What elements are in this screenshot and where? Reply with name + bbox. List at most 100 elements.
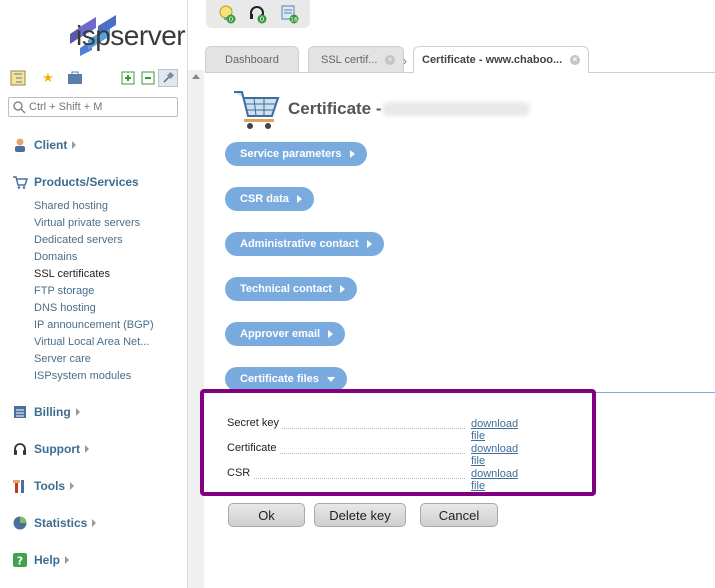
download-certificate-link[interactable]: download file xyxy=(471,443,535,467)
close-tab-icon[interactable]: × xyxy=(385,55,395,65)
briefcase-icon[interactable] xyxy=(67,70,83,86)
chevron-right-icon xyxy=(65,556,70,564)
section-admin-contact-label: Administrative contact xyxy=(240,238,359,250)
sidebar-item-ispsystem-modules[interactable]: ISPsystem modules xyxy=(34,369,131,383)
billing-icon xyxy=(12,404,28,420)
cancel-button[interactable]: Cancel xyxy=(420,503,498,527)
sidebar-item-dns-hosting[interactable]: DNS hosting xyxy=(34,301,96,315)
section-csr-data[interactable]: CSR data xyxy=(225,187,314,211)
section-service-parameters-label: Service parameters xyxy=(240,148,342,160)
section-approver-email-label: Approver email xyxy=(240,328,321,340)
sidebar-toolbar: ★ xyxy=(10,69,180,88)
sidebar-item-vps[interactable]: Virtual private servers xyxy=(34,216,140,230)
section-csr-data-label: CSR data xyxy=(240,193,289,205)
chevron-right-icon xyxy=(72,141,77,149)
chevron-right-icon xyxy=(349,150,355,158)
download-csr-link[interactable]: download file xyxy=(471,468,535,492)
leader-dots xyxy=(227,478,465,479)
download-secret-key-link[interactable]: download file xyxy=(471,418,535,442)
delete-key-button[interactable]: Delete key xyxy=(314,503,406,527)
chevron-down-icon xyxy=(326,376,335,382)
shopping-cart-icon xyxy=(234,91,280,129)
section-service-parameters[interactable]: Service parameters xyxy=(225,142,367,166)
nav-tools[interactable]: Tools xyxy=(12,477,75,495)
section-administrative-contact[interactable]: Administrative contact xyxy=(225,232,384,256)
tab-bar: Dashboard SSL certif... × Certificate - … xyxy=(205,42,715,73)
nav-client[interactable]: Client xyxy=(12,136,77,154)
tab-separator-arrow: › xyxy=(403,54,407,68)
chevron-right-icon xyxy=(75,408,80,416)
tab-ssl-certificates[interactable]: SSL certif... × xyxy=(308,46,404,72)
sidebar-item-ftp-storage[interactable]: FTP storage xyxy=(34,284,94,298)
sidebar-item-shared-hosting[interactable]: Shared hosting xyxy=(34,199,108,213)
user-icon xyxy=(12,137,28,153)
favorites-star-icon[interactable]: ★ xyxy=(40,70,56,86)
tab-dashboard[interactable]: Dashboard xyxy=(205,46,299,72)
chevron-right-icon xyxy=(340,285,346,293)
svg-text:?: ? xyxy=(17,555,23,568)
collapse-all-icon[interactable] xyxy=(140,70,156,86)
sidebar: ispserver ★ Client Products/Services Sha… xyxy=(0,0,188,588)
nav-support-label: Support xyxy=(34,442,80,456)
redacted-domain xyxy=(382,102,530,116)
chevron-right-icon xyxy=(366,240,372,248)
ok-button[interactable]: Ok xyxy=(228,503,305,527)
close-tab-icon[interactable]: × xyxy=(570,55,580,65)
file-row-certificate: Certificate download file xyxy=(227,442,535,467)
messages-icon[interactable]: 16 xyxy=(280,4,300,24)
file-label-secret-key: Secret key xyxy=(227,417,282,429)
scroll-up-icon[interactable] xyxy=(192,74,200,79)
chevron-right-icon xyxy=(296,195,302,203)
sidebar-item-domains[interactable]: Domains xyxy=(34,250,77,264)
tree-view-icon[interactable] xyxy=(10,70,26,86)
support-headset-icon[interactable]: 0 xyxy=(248,4,268,24)
top-toolbar: 0 0 16 xyxy=(206,0,310,28)
nav-products-services[interactable]: Products/Services xyxy=(12,173,139,191)
nav-billing[interactable]: Billing xyxy=(12,403,80,421)
pie-chart-icon xyxy=(12,515,28,531)
sidebar-item-server-care[interactable]: Server care xyxy=(34,352,91,366)
expand-all-icon[interactable] xyxy=(120,70,136,86)
tab-certificate[interactable]: Certificate - www.chaboo... × xyxy=(413,46,589,73)
sidebar-item-dedicated-servers[interactable]: Dedicated servers xyxy=(34,233,123,247)
chevron-right-icon xyxy=(92,519,97,527)
chevron-right-icon xyxy=(70,482,75,490)
nav-help-label: Help xyxy=(34,553,61,567)
nav-client-label: Client xyxy=(34,138,68,152)
tab-dashboard-label: Dashboard xyxy=(225,53,279,66)
sidebar-splitter[interactable] xyxy=(188,70,204,588)
nav-tools-label: Tools xyxy=(34,479,66,493)
help-icon: ? xyxy=(12,552,28,568)
section-certificate-files[interactable]: Certificate files xyxy=(225,367,347,391)
tools-icon xyxy=(12,478,28,494)
section-tech-contact-label: Technical contact xyxy=(240,283,333,295)
file-label-csr: CSR xyxy=(227,467,254,479)
sidebar-item-vlan[interactable]: Virtual Local Area Net... xyxy=(34,335,149,349)
chevron-right-icon xyxy=(328,330,334,338)
brand-name: ispserver xyxy=(76,20,186,51)
nav-support[interactable]: Support xyxy=(12,440,89,458)
section-technical-contact[interactable]: Technical contact xyxy=(225,277,358,301)
cart-icon xyxy=(12,174,28,190)
nav-billing-label: Billing xyxy=(34,405,71,419)
nav-statistics-label: Statistics xyxy=(34,516,88,530)
nav-help[interactable]: ? Help xyxy=(12,551,70,569)
notification-bulb-icon[interactable]: 0 xyxy=(217,4,237,24)
search-input[interactable] xyxy=(8,97,178,117)
pin-icon[interactable] xyxy=(158,69,178,87)
support-badge: 0 xyxy=(260,16,264,24)
file-row-secret-key: Secret key download file xyxy=(227,417,535,442)
tab-ssl-label: SSL certif... xyxy=(321,53,378,66)
nav-products-label: Products/Services xyxy=(34,175,139,189)
section-approver-email[interactable]: Approver email xyxy=(225,322,346,346)
sidebar-item-ip-announcement[interactable]: IP announcement (BGP) xyxy=(34,318,154,332)
tab-certificate-label: Certificate - www.chaboo... xyxy=(422,54,563,66)
search-icon xyxy=(13,101,26,114)
page-title: Certificate - xyxy=(288,99,382,118)
sidebar-item-ssl-certificates[interactable]: SSL certificates xyxy=(34,267,110,281)
messages-badge: 16 xyxy=(290,17,298,24)
nav-statistics[interactable]: Statistics xyxy=(12,514,97,532)
chevron-right-icon xyxy=(85,445,89,453)
bulb-badge: 0 xyxy=(229,16,233,24)
section-certificate-files-label: Certificate files xyxy=(240,373,319,385)
